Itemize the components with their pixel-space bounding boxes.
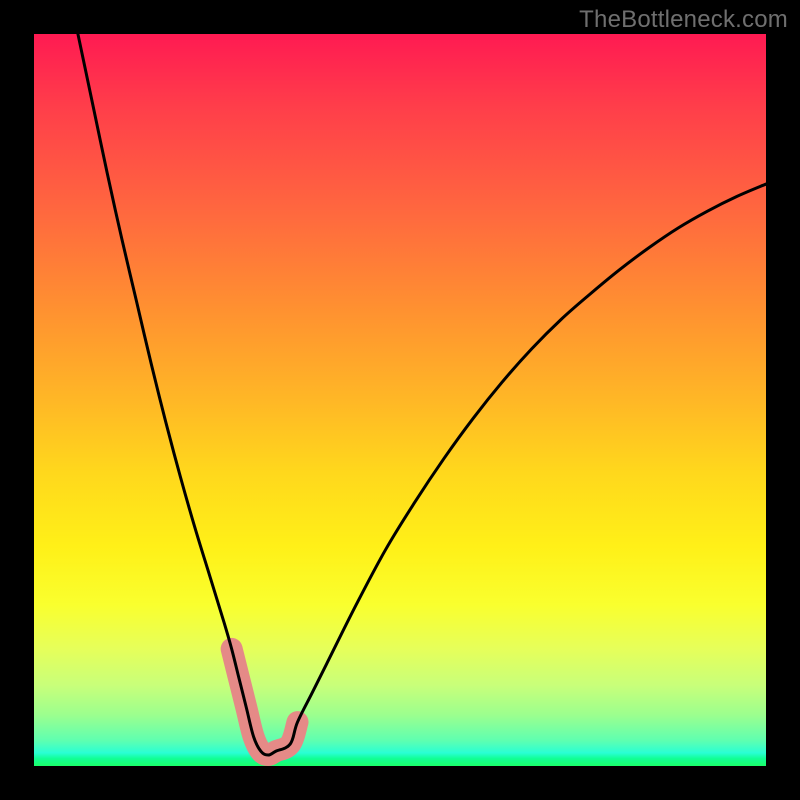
watermark-text: TheBottleneck.com [579,6,788,34]
chart-plot-area [34,34,766,766]
highlight-region-path [232,649,298,755]
chart-svg [34,34,766,766]
bottleneck-curve-path [78,34,766,755]
chart-frame: TheBottleneck.com [0,0,800,800]
